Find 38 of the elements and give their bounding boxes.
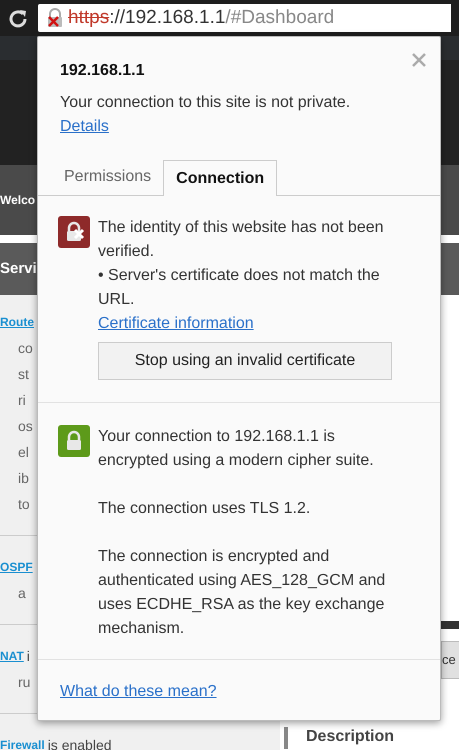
connection-message: The identity of this website has not been verified. bbox=[98, 218, 385, 262]
panel-button[interactable]: ce bbox=[441, 641, 459, 679]
service-link[interactable]: OSPF bbox=[0, 558, 33, 576]
tab[interactable]: Connection bbox=[163, 160, 278, 196]
description-header: Description bbox=[284, 727, 459, 749]
service-detail: a bbox=[18, 584, 26, 602]
broken-lock-icon bbox=[58, 216, 90, 248]
service-status: i bbox=[26, 646, 30, 666]
nav-label: Welco bbox=[0, 192, 36, 209]
service-link[interactable]: Route bbox=[0, 313, 34, 331]
details-link[interactable]: Details bbox=[60, 118, 109, 135]
broken-lock-icon bbox=[46, 8, 64, 28]
service-detail: ri bbox=[18, 390, 26, 410]
service-link[interactable]: NAT bbox=[0, 647, 24, 665]
tab[interactable]: Permissions bbox=[52, 159, 164, 195]
section-title: Servi bbox=[0, 258, 37, 279]
service-status: is enabled bbox=[48, 736, 112, 750]
stop-certificate-button[interactable]: Stop using an invalid certificate bbox=[98, 342, 392, 380]
service-detail: st bbox=[18, 364, 29, 384]
popup-title: 192.168.1.1 bbox=[60, 61, 146, 81]
service-detail: to bbox=[18, 494, 30, 514]
connection-message: • Server's certificate does not match the URL. bbox=[98, 266, 381, 310]
certificate-link[interactable]: Certificate information bbox=[98, 312, 254, 336]
address-field[interactable]: https://192.168.1.1/#Dashboard bbox=[38, 4, 451, 32]
help-link[interactable]: What do these mean? bbox=[60, 683, 217, 700]
service-link[interactable]: Firewall bbox=[0, 736, 45, 750]
service-detail: ib bbox=[18, 468, 29, 488]
service-detail: el bbox=[18, 442, 29, 462]
service-detail: ru bbox=[18, 672, 30, 692]
privacy-message: Your connection to this site is not private. bbox=[60, 93, 352, 113]
url-text: https://192.168.1.1/#Dashboard bbox=[68, 6, 334, 30]
connection-message: The connection is encrypted and authenticated using AES_128_GCM and uses ECDHE_RSA as the key exchange mechanism. bbox=[98, 547, 386, 639]
connection-message: Your connection to 192.168.1.1 is encrypted using a modern cipher suite. bbox=[98, 427, 375, 471]
connection-message: The connection uses TLS 1.2. bbox=[98, 499, 312, 519]
service-detail: os bbox=[18, 416, 33, 436]
service-detail: co bbox=[18, 338, 33, 358]
lock-icon bbox=[58, 425, 90, 457]
reload-icon[interactable] bbox=[8, 8, 28, 28]
